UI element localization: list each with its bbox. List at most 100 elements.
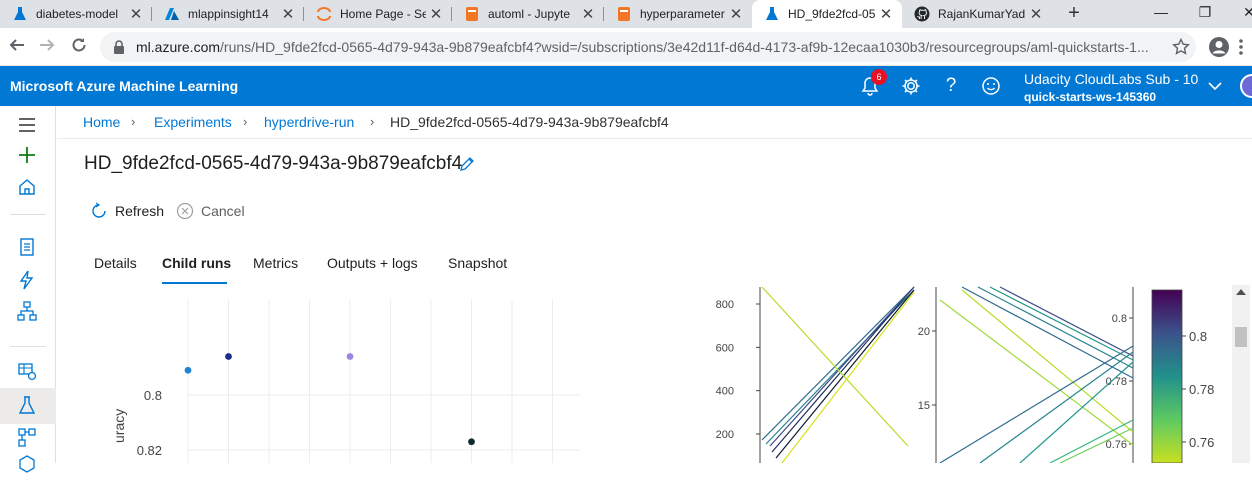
refresh-button[interactable]: Refresh <box>90 200 164 222</box>
minimize-button[interactable]: — <box>1138 0 1184 28</box>
pc-series-line <box>961 286 1134 379</box>
pc-series-line <box>979 351 1134 463</box>
tab-details[interactable]: Details <box>94 255 137 271</box>
pc-tick-label: 0.78 <box>1106 376 1127 388</box>
close-icon[interactable]: ✕ <box>726 5 746 23</box>
pc-tick-label: 20 <box>918 326 930 338</box>
pc-series-line <box>1049 419 1134 463</box>
scrollbar[interactable] <box>1232 285 1250 463</box>
subscription-name[interactable]: Udacity CloudLabs Sub - 10 <box>1024 71 1198 87</box>
breadcrumb-home[interactable]: Home <box>83 114 120 130</box>
notebook-icon <box>616 6 632 22</box>
close-icon[interactable]: ✕ <box>426 5 446 23</box>
close-icon[interactable]: ✕ <box>578 5 598 23</box>
cancel-label: Cancel <box>201 203 245 219</box>
automl-lightning-icon[interactable] <box>16 269 38 291</box>
sidebar-item-experiments[interactable] <box>0 388 56 424</box>
breadcrumb-separator: › <box>131 114 136 129</box>
avatar[interactable] <box>1240 74 1252 98</box>
browser-tab-title: diabetes-model <box>36 7 119 21</box>
restore-button[interactable]: ❐ <box>1182 0 1228 28</box>
breadcrumb-experiments[interactable]: Experiments <box>154 114 232 130</box>
pc-series-line <box>775 289 915 459</box>
selected-tab-indicator <box>162 282 227 284</box>
browser-tab-title: automl - Jupyte <box>488 7 571 21</box>
pc-series-line <box>1059 427 1134 463</box>
azure-flask-icon <box>12 6 28 22</box>
pc-series-line <box>769 286 915 447</box>
pc-tick-label: 200 <box>716 429 734 441</box>
browser-tab-active[interactable]: HD_9fde2fcd-05 ✕ <box>752 0 902 28</box>
profile-icon[interactable] <box>1208 36 1230 63</box>
browser-toolbar: ml.azure.com/runs/HD_9fde2fcd-0565-4d79-… <box>0 28 1252 66</box>
pc-series-line <box>961 289 1134 433</box>
pipelines-icon[interactable] <box>16 426 38 448</box>
colorbar-tick-label: 0.8 <box>1189 329 1207 344</box>
models-icon[interactable] <box>16 454 38 476</box>
plus-icon[interactable] <box>16 144 38 166</box>
tab-child-runs[interactable]: Child runs <box>162 255 231 271</box>
tab-outputs-logs[interactable]: Outputs + logs <box>327 255 418 271</box>
browser-tab-title: Home Page - Se <box>340 7 426 21</box>
pencil-edit-icon[interactable] <box>458 155 476 173</box>
workspace-name[interactable]: quick-starts-ws-145360 <box>1024 90 1156 104</box>
url-path: /runs/HD_9fde2fcd-0565-4d79-943a-9b879ea… <box>220 39 1149 55</box>
star-icon[interactable] <box>1172 37 1190 61</box>
forward-arrow-icon[interactable] <box>36 36 58 58</box>
close-icon[interactable]: ✕ <box>126 5 146 23</box>
tab-metrics[interactable]: Metrics <box>253 255 298 271</box>
azure-header: Microsoft Azure Machine Learning 6 ? Uda… <box>0 66 1252 106</box>
hamburger-menu-icon[interactable] <box>16 114 38 136</box>
breadcrumb: Home › Experiments › hyperdrive-run › HD… <box>57 106 1252 139</box>
cancel-button[interactable]: Cancel <box>176 200 245 222</box>
breadcrumb-current-run: HD_9fde2fcd-0565-4d79-943a-9b879eafcbf4 <box>390 114 669 130</box>
pc-tick-label: 800 <box>716 299 734 311</box>
close-icon[interactable]: ✕ <box>278 5 298 23</box>
left-nav-rail <box>0 106 56 473</box>
browser-tab[interactable]: automl - Jupyte ✕ <box>452 0 604 28</box>
browser-tab[interactable]: RajanKumarYad ✕ <box>902 0 1052 28</box>
pc-series-line <box>761 286 915 441</box>
page-title: HD_9fde2fcd-0565-4d79-943a-9b879eafcbf4 <box>84 153 463 174</box>
breadcrumb-separator: › <box>243 114 248 129</box>
browser-tab[interactable]: diabetes-model ✕ <box>0 0 152 28</box>
back-arrow-icon[interactable] <box>6 36 28 58</box>
notebook-icon[interactable] <box>16 236 38 258</box>
github-icon <box>914 6 930 22</box>
close-window-button[interactable]: ✕ <box>1226 0 1252 28</box>
menu-dots-icon[interactable] <box>1238 38 1244 61</box>
gear-icon[interactable] <box>900 75 922 97</box>
browser-tab[interactable]: mlappinsight14 ✕ <box>152 0 304 28</box>
feedback-smiley-icon[interactable] <box>980 75 1002 97</box>
breadcrumb-experiment-name[interactable]: hyperdrive-run <box>264 114 354 130</box>
breadcrumb-separator: › <box>370 114 375 129</box>
pc-series-line <box>999 286 1134 357</box>
notification-badge: 6 <box>871 69 887 85</box>
scatter-point <box>184 366 192 374</box>
help-icon[interactable]: ? <box>940 75 962 97</box>
browser-tab[interactable]: Home Page - Se ✕ <box>304 0 452 28</box>
reload-icon[interactable] <box>68 36 90 58</box>
browser-tab[interactable]: hyperparameter ✕ <box>604 0 752 28</box>
home-icon[interactable] <box>16 176 38 198</box>
scatter-point <box>468 438 475 446</box>
address-bar[interactable]: ml.azure.com/runs/HD_9fde2fcd-0565-4d79-… <box>100 32 1196 62</box>
scroll-up-arrow-icon[interactable] <box>1236 289 1246 295</box>
azure-logo-icon <box>164 6 180 22</box>
close-icon[interactable]: ✕ <box>1026 5 1046 23</box>
chevron-down-icon[interactable] <box>1205 76 1225 96</box>
product-name: Microsoft Azure Machine Learning <box>10 78 239 94</box>
tab-snapshot[interactable]: Snapshot <box>448 255 507 271</box>
scrollbar-thumb[interactable] <box>1235 327 1247 347</box>
pc-series-line <box>771 286 915 453</box>
azure-flask-icon <box>764 6 780 22</box>
experiment-flask-icon <box>16 395 38 422</box>
pc-series-line <box>781 291 915 463</box>
url-text: ml.azure.com/runs/HD_9fde2fcd-0565-4d79-… <box>136 39 1149 55</box>
url-host: ml.azure.com <box>136 39 221 55</box>
new-tab-button[interactable]: + <box>1060 0 1088 28</box>
browser-tab-title: HD_9fde2fcd-05 <box>788 7 876 21</box>
close-icon[interactable]: ✕ <box>876 5 896 23</box>
datasets-icon[interactable] <box>16 360 38 382</box>
designer-icon[interactable] <box>16 300 38 322</box>
